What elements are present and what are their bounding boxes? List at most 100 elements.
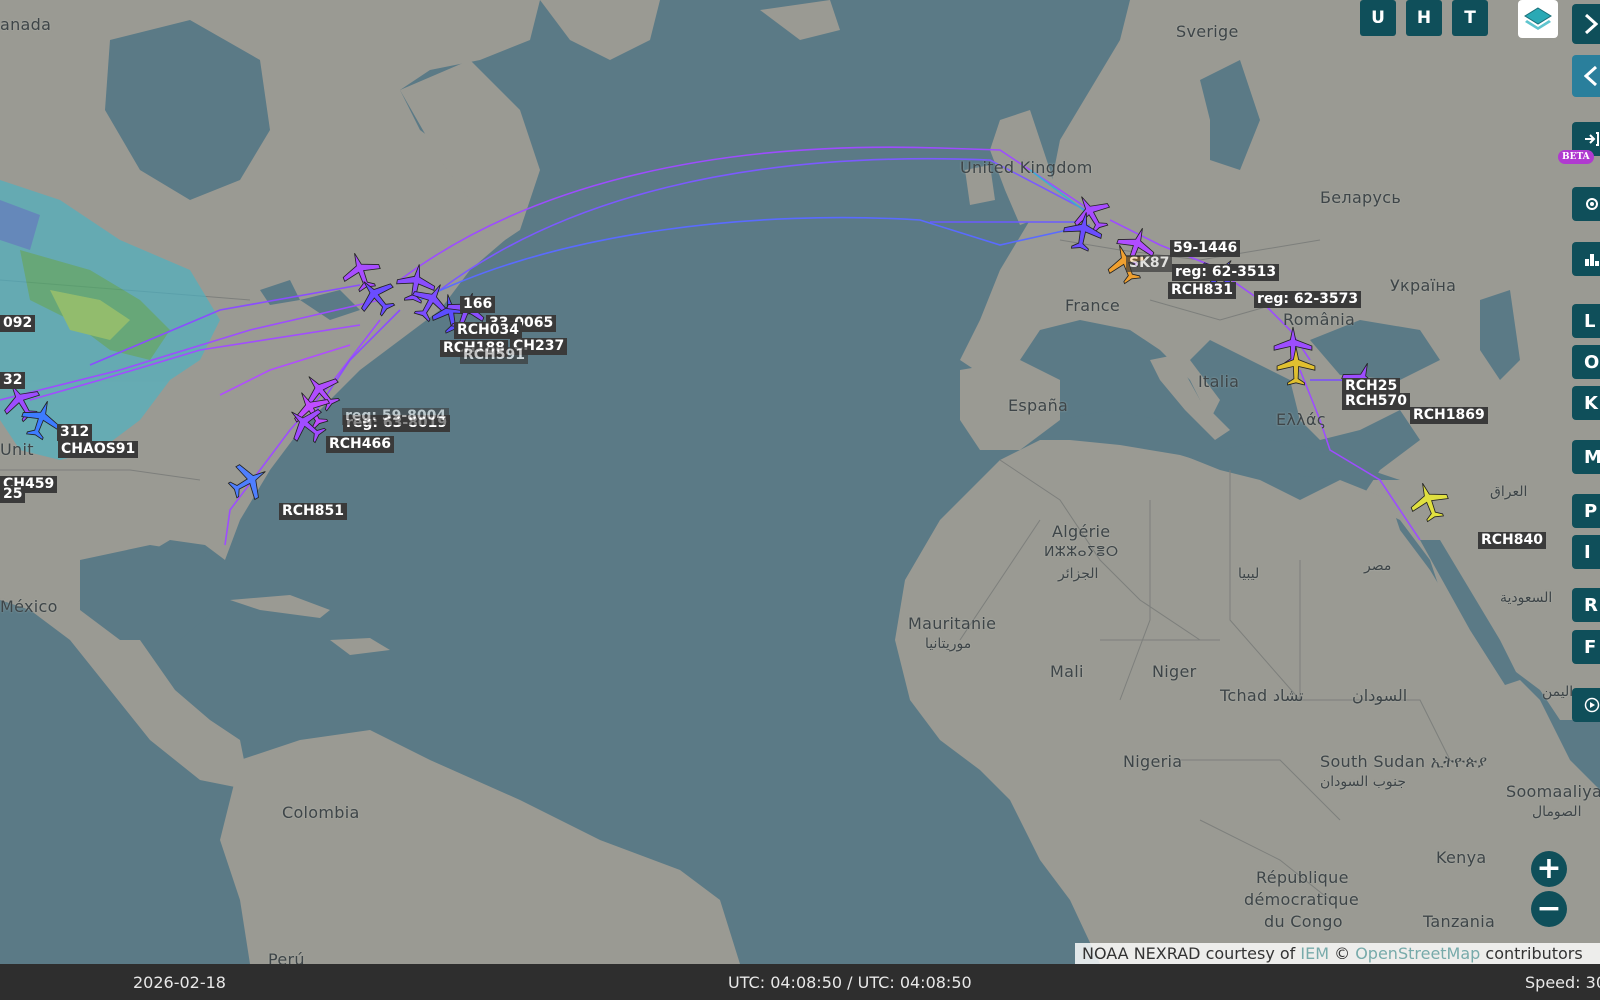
iem-link[interactable]: IEM bbox=[1300, 944, 1329, 963]
flight-label[interactable]: CHAOS91 bbox=[58, 441, 139, 458]
attribution-suffix: contributors bbox=[1480, 944, 1583, 963]
aircraft-icon[interactable] bbox=[20, 398, 62, 441]
place-label: جنوب السودان bbox=[1320, 774, 1407, 790]
side-button-r[interactable]: R bbox=[1572, 588, 1600, 622]
place-label: السودان bbox=[1352, 686, 1408, 705]
zoom-in-button[interactable]: + bbox=[1531, 851, 1567, 887]
podium-icon bbox=[1585, 254, 1599, 266]
replay-button[interactable] bbox=[1572, 688, 1600, 722]
place-label: Україна bbox=[1390, 276, 1457, 295]
toggle-h-button[interactable]: H bbox=[1406, 0, 1442, 36]
place-label: Niger bbox=[1152, 662, 1197, 681]
flight-label[interactable]: RCH840 bbox=[1478, 532, 1546, 549]
layers-button[interactable] bbox=[1518, 0, 1558, 38]
place-label: South Sudan ኢትዮጵያ bbox=[1320, 752, 1488, 771]
replay-speed-display: Speed: 30 bbox=[1525, 973, 1600, 992]
flight-label[interactable]: 166 bbox=[460, 296, 496, 313]
place-label: اليمن bbox=[1542, 684, 1574, 700]
flight-label[interactable]: SK87 bbox=[1126, 255, 1173, 272]
place-label: France bbox=[1065, 296, 1121, 315]
gear-icon bbox=[1586, 198, 1598, 210]
place-label: démocratique bbox=[1244, 890, 1360, 909]
place-label: México bbox=[0, 597, 58, 616]
aircraft-icon[interactable] bbox=[1062, 210, 1104, 252]
flight-label[interactable]: 092 bbox=[0, 315, 36, 332]
place-label: Nigeria bbox=[1123, 752, 1183, 771]
place-label: السعودية bbox=[1500, 590, 1553, 606]
settings-button[interactable] bbox=[1572, 187, 1600, 221]
toggle-t-button[interactable]: T bbox=[1452, 0, 1488, 36]
flight-label[interactable]: RCH851 bbox=[279, 503, 347, 520]
aircraft-icon[interactable] bbox=[1275, 345, 1317, 387]
flight-label[interactable]: reg: 59-8004 bbox=[342, 408, 450, 425]
place-label: Unit bbox=[0, 440, 34, 459]
next-arrow-button[interactable] bbox=[1572, 4, 1600, 44]
side-button-o[interactable]: O bbox=[1572, 345, 1600, 379]
place-label: Soomaaliya bbox=[1506, 782, 1600, 801]
attribution-prefix: NOAA NEXRAD courtesy of bbox=[1082, 944, 1301, 963]
side-button-f[interactable]: F bbox=[1572, 630, 1600, 664]
toggle-u-button[interactable]: U bbox=[1360, 0, 1396, 36]
flight-label[interactable]: RCH466 bbox=[326, 436, 394, 453]
date-display: 2026-02-18 bbox=[133, 973, 226, 992]
chevron-left-icon bbox=[1584, 65, 1598, 87]
play-icon bbox=[1584, 697, 1600, 713]
place-label: Kenya bbox=[1436, 848, 1487, 867]
flight-label[interactable]: RCH034 bbox=[454, 322, 522, 339]
place-label: République bbox=[1256, 868, 1349, 887]
place-label: Algérie bbox=[1052, 522, 1111, 541]
flight-label[interactable]: 59-1446 bbox=[1170, 240, 1241, 257]
zoom-out-button[interactable]: − bbox=[1531, 891, 1567, 927]
flight-label[interactable]: reg: 62-3573 bbox=[1254, 291, 1362, 308]
place-label: Ελλάς bbox=[1276, 410, 1327, 429]
place-label: ليبيا bbox=[1238, 566, 1260, 582]
attribution-mid: © bbox=[1329, 944, 1356, 963]
place-label: Sverige bbox=[1176, 22, 1239, 41]
flight-label[interactable]: 25 bbox=[0, 486, 26, 503]
side-button-i[interactable]: I bbox=[1572, 535, 1600, 569]
aircraft-icon[interactable] bbox=[355, 275, 397, 317]
side-button-p[interactable]: P bbox=[1572, 494, 1600, 528]
place-label: España bbox=[1008, 396, 1069, 415]
flight-label[interactable]: RCH1869 bbox=[1410, 407, 1488, 424]
place-label: Mauritanie bbox=[908, 614, 997, 633]
layers-icon bbox=[1524, 7, 1552, 30]
place-label: مصر bbox=[1364, 558, 1392, 574]
place-label: anada bbox=[0, 15, 52, 34]
place-label: Tanzania bbox=[1423, 912, 1496, 931]
place-label: الصومال bbox=[1532, 804, 1582, 820]
aircraft-icon[interactable] bbox=[1408, 480, 1450, 523]
place-label: Colombia bbox=[282, 803, 360, 822]
side-button-m[interactable]: M bbox=[1572, 440, 1600, 474]
login-arrow-icon bbox=[1585, 132, 1599, 146]
bottom-status-bar: 2026-02-18 UTC: 04:08:50 / UTC: 04:08:50… bbox=[0, 964, 1600, 1000]
place-label: ⵍⵣⵣⴰⵢⴻⵔ bbox=[1044, 544, 1119, 560]
place-label: Mali bbox=[1050, 662, 1084, 681]
place-label: الجزائر bbox=[1058, 566, 1099, 582]
flight-label[interactable]: RCH591 bbox=[460, 347, 528, 364]
flight-label[interactable]: RCH570 bbox=[1342, 393, 1410, 410]
place-label: موريتانيا bbox=[925, 636, 972, 652]
flight-label[interactable]: 32 bbox=[0, 372, 26, 389]
place-label: du Congo bbox=[1264, 912, 1343, 931]
map-canvas[interactable]: anada Sverige United Kingdom Беларусь Ук… bbox=[0, 0, 1600, 964]
flight-label[interactable]: 312 bbox=[57, 424, 93, 441]
place-label: Беларусь bbox=[1320, 188, 1402, 207]
chevron-right-icon bbox=[1584, 13, 1598, 35]
aircraft-icon[interactable] bbox=[285, 403, 327, 445]
prev-arrow-button[interactable] bbox=[1572, 55, 1600, 97]
flight-label[interactable]: reg: 62-3513 bbox=[1172, 264, 1280, 281]
utc-time-display: UTC: 04:08:50 / UTC: 04:08:50 bbox=[728, 973, 972, 992]
place-label: Perú bbox=[268, 950, 305, 964]
place-label: Tchad تشاد bbox=[1220, 686, 1304, 705]
place-label: Italia bbox=[1198, 372, 1240, 391]
place-label: العراق bbox=[1490, 484, 1528, 500]
map-attribution: NOAA NEXRAD courtesy of IEM © OpenStreet… bbox=[1075, 943, 1600, 964]
flight-label[interactable]: RCH831 bbox=[1168, 282, 1236, 299]
aircraft-icon[interactable] bbox=[227, 460, 270, 502]
stats-button[interactable] bbox=[1572, 242, 1600, 276]
side-button-k[interactable]: K bbox=[1572, 386, 1600, 420]
beta-badge: BETA bbox=[1558, 150, 1594, 164]
side-button-l[interactable]: L bbox=[1572, 304, 1600, 338]
osm-link[interactable]: OpenStreetMap bbox=[1355, 944, 1480, 963]
